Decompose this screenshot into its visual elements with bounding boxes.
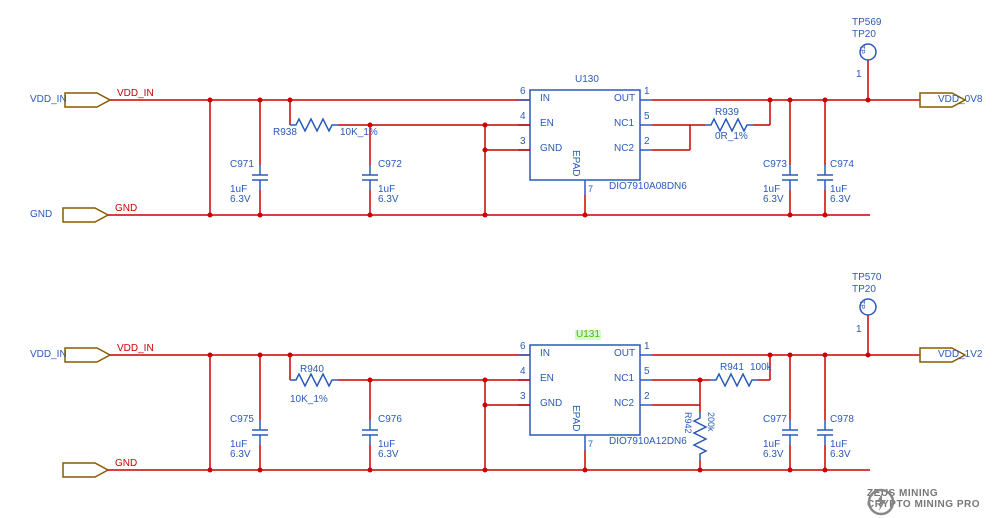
resistor-r941	[710, 374, 758, 386]
net-flag	[65, 93, 110, 107]
pin-num: 5	[644, 112, 650, 122]
pin-label: EN	[540, 119, 554, 129]
ref-c974: C974	[830, 160, 854, 170]
ic-ref-u130: U130	[575, 75, 599, 85]
ref-r940: R940	[300, 365, 324, 375]
pin-label: GND	[540, 399, 562, 409]
resistor-r940	[290, 374, 338, 386]
net-name-vdd-in: VDD_IN	[30, 95, 67, 105]
pin-label: GND	[540, 144, 562, 154]
pin-label: IN	[540, 349, 550, 359]
pin-num: 3	[520, 392, 526, 402]
ref-c973: C973	[763, 160, 787, 170]
pin-label: IN	[540, 94, 550, 104]
tp-glyph: TP	[858, 45, 865, 54]
tp-pin: 1	[856, 70, 862, 80]
val-r942: 200k	[706, 412, 715, 432]
tp-ref2: TP20	[852, 30, 876, 40]
net-name-vdd-in-2: VDD_IN	[30, 350, 67, 360]
pin-label: OUT	[614, 349, 635, 359]
pin-num: 1	[644, 342, 650, 352]
volt-c972: 6.3V	[378, 195, 399, 205]
pin-num: 3	[520, 137, 526, 147]
pin-label: NC1	[614, 119, 634, 129]
resistor-r939	[705, 119, 753, 131]
net-flag	[63, 463, 108, 477]
val-r939: 0R_1%	[715, 132, 748, 142]
volt-c977: 6.3V	[763, 450, 784, 460]
pin-label: OUT	[614, 94, 635, 104]
val-r938: 10K_1%	[340, 128, 378, 138]
ic-part-u131: DIO7910A12DN6	[609, 437, 687, 447]
volt-c978: 6.3V	[830, 450, 851, 460]
volt-c976: 6.3V	[378, 450, 399, 460]
pin-label: NC2	[614, 399, 634, 409]
pin-num: 6	[520, 342, 526, 352]
volt-c971: 6.3V	[230, 195, 251, 205]
net-name-gnd: GND	[30, 210, 52, 220]
resistor-r942	[694, 412, 706, 460]
net-name-vdd-0v8: VDD_0V8	[938, 95, 982, 105]
tp-ref1: TP569	[852, 18, 881, 28]
pin-label: NC1	[614, 374, 634, 384]
tp-ref2-2: TP20	[852, 285, 876, 295]
pin-label: EPAD	[570, 405, 580, 432]
ref-c978: C978	[830, 415, 854, 425]
ref-r938: R938	[273, 128, 297, 138]
ref-c977: C977	[763, 415, 787, 425]
net-flag	[63, 208, 108, 222]
net-text-vdd-in-2: VDD_IN	[117, 344, 154, 354]
tp-ref1-2: TP570	[852, 273, 881, 283]
val-r940: 10K_1%	[290, 395, 328, 405]
watermark-logo: ZEUS MINING CRYPTO MINING PRO	[867, 488, 980, 510]
capacitor-c975	[252, 420, 268, 445]
val-r941: 100k	[750, 363, 772, 373]
pin-num: 4	[520, 367, 526, 377]
capacitor-c971	[252, 165, 268, 190]
zeus-icon	[867, 488, 895, 516]
ref-c975: C975	[230, 415, 254, 425]
tp-pin-2: 1	[856, 325, 862, 335]
pin-num: 5	[644, 367, 650, 377]
net-name-vdd-1v2: VDD_1V2	[938, 350, 982, 360]
ic-ref-u131: U131	[575, 330, 601, 340]
capacitor-c976	[362, 420, 378, 445]
ref-c976: C976	[378, 415, 402, 425]
volt-c974: 6.3V	[830, 195, 851, 205]
ref-r939: R939	[715, 108, 739, 118]
pin-num: 4	[520, 112, 526, 122]
schematic-canvas	[0, 0, 1000, 518]
pin-num: 7	[588, 440, 593, 449]
ref-r941: R941	[720, 363, 744, 373]
pin-num: 1	[644, 87, 650, 97]
ref-c972: C972	[378, 160, 402, 170]
capacitor-c972	[362, 165, 378, 190]
pin-num: 6	[520, 87, 526, 97]
resistor-r938	[290, 119, 338, 131]
net-flag	[65, 348, 110, 362]
volt-c975: 6.3V	[230, 450, 251, 460]
volt-c973: 6.3V	[763, 195, 784, 205]
pin-label: EPAD	[570, 150, 580, 177]
tp-glyph-2: TP	[858, 300, 865, 309]
ref-c971: C971	[230, 160, 254, 170]
net-text-gnd-2: GND	[115, 459, 137, 469]
ic-part-u130: DIO7910A08DN6	[609, 182, 687, 192]
pin-label: NC2	[614, 144, 634, 154]
pin-num: 2	[644, 392, 650, 402]
ref-r942: R942	[683, 412, 692, 434]
net-text-gnd: GND	[115, 204, 137, 214]
pin-num: 7	[588, 185, 593, 194]
pin-num: 2	[644, 137, 650, 147]
pin-label: EN	[540, 374, 554, 384]
net-text-vdd-in: VDD_IN	[117, 89, 154, 99]
